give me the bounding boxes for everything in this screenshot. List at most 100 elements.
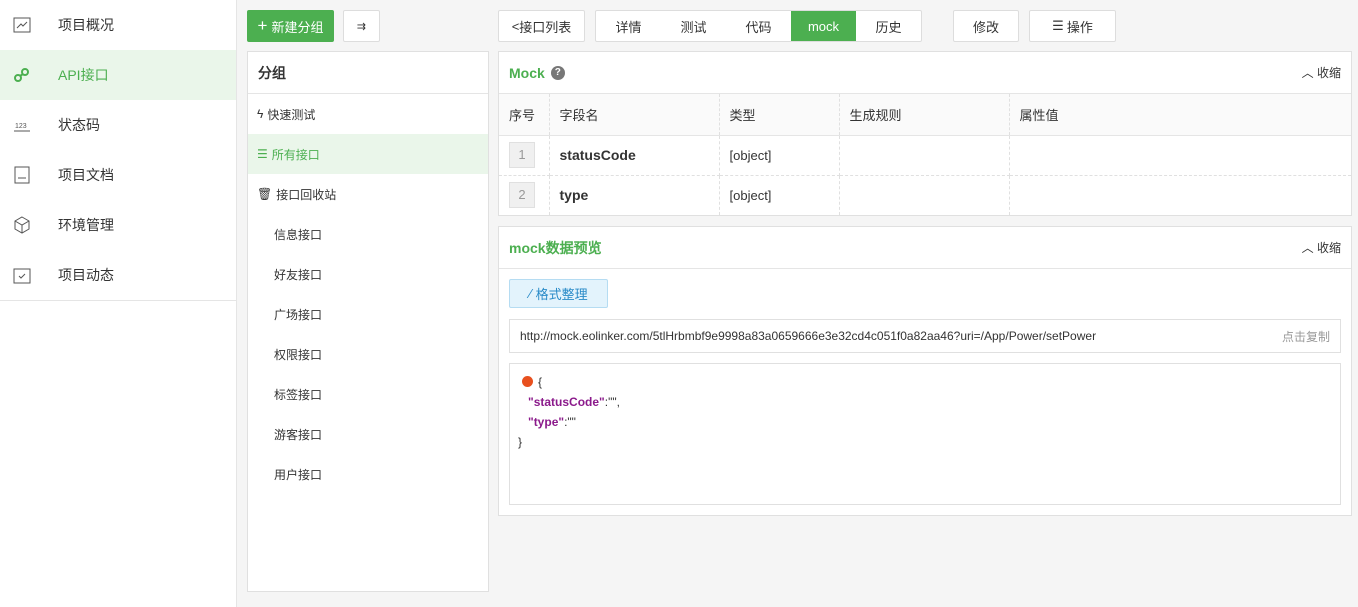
field-rule[interactable] xyxy=(839,135,1010,176)
document-icon xyxy=(12,165,32,185)
col-header: 类型 xyxy=(719,94,840,136)
new-group-label: 新建分组 xyxy=(271,19,324,35)
group-label: 快速测试 xyxy=(267,107,316,122)
group-recycle-bin[interactable]: 🗑 接口回收站 xyxy=(248,174,488,214)
mock-url: http://mock.eolinker.com/5tlHrbmbf9e9998… xyxy=(520,329,1097,343)
group-quick-test[interactable]: ϟ 快速测试 xyxy=(248,94,488,134)
json-editor[interactable]: { "statusCode":"", "type":"" } xyxy=(509,363,1341,505)
tab-test[interactable]: 测试 xyxy=(661,11,726,41)
col-header: 序号 xyxy=(499,94,550,136)
sidebar: 项目概况 API接口 123 状态码 项目文档 环境管理 项目动态 xyxy=(0,0,237,607)
chevron-up-icon: ︿ xyxy=(1301,66,1314,80)
col-header: 字段名 xyxy=(549,94,720,136)
field-type: [object] xyxy=(719,175,840,215)
sort-button[interactable]: ⇉ xyxy=(343,10,380,42)
code-line: } xyxy=(518,435,523,449)
nav-label: 环境管理 xyxy=(58,217,114,233)
nav-environment[interactable]: 环境管理 xyxy=(0,200,236,250)
magic-wand-icon: ⁄ xyxy=(529,286,532,301)
format-label: 格式整理 xyxy=(535,287,588,302)
collapse-label: 收缩 xyxy=(1316,66,1341,80)
operations-label: 操作 xyxy=(1066,19,1093,35)
field-name: type xyxy=(549,175,720,215)
format-button[interactable]: ⁄ 格式整理 xyxy=(509,279,608,308)
preview-title: mock数据预览 xyxy=(509,239,602,256)
operations-button[interactable]: ☰ 操作 xyxy=(1029,10,1116,42)
nav-label: API接口 xyxy=(58,67,109,83)
chevron-up-icon: ︿ xyxy=(1301,241,1314,255)
collapse-button[interactable]: ︿ 收缩 xyxy=(1302,64,1341,81)
nav-project-overview[interactable]: 项目概况 xyxy=(0,0,236,50)
nav-api[interactable]: API接口 xyxy=(0,50,236,100)
nav-label: 状态码 xyxy=(58,117,100,133)
field-rule[interactable] xyxy=(839,175,1010,215)
nav-label: 项目文档 xyxy=(58,167,114,183)
lightning-icon: ϟ xyxy=(257,107,264,121)
json-value: :"" xyxy=(564,415,576,429)
field-name: statusCode xyxy=(549,135,720,176)
help-icon[interactable]: ? xyxy=(550,65,565,80)
tab-bar: 详情 测试 代码 mock 历史 xyxy=(595,10,922,42)
collapse-label: 收缩 xyxy=(1316,241,1341,255)
menu-icon: ☰ xyxy=(1052,18,1064,33)
code-line: { xyxy=(538,375,543,389)
group-item[interactable]: 用户接口 xyxy=(248,454,488,494)
trash-icon: 🗑 xyxy=(257,187,273,201)
json-key: "statusCode" xyxy=(528,395,605,409)
list-icon: ☰ xyxy=(257,147,268,161)
row-index: 2 xyxy=(509,182,535,209)
collapse-button[interactable]: ︿ 收缩 xyxy=(1302,239,1341,256)
sort-icon: ⇉ xyxy=(356,20,367,33)
group-item[interactable]: 广场接口 xyxy=(248,294,488,334)
fold-icon[interactable] xyxy=(522,376,533,387)
table-row: 2 type [object] xyxy=(499,175,1351,215)
group-item[interactable]: 信息接口 xyxy=(248,214,488,254)
json-key: "type" xyxy=(528,415,565,429)
nav-label: 项目概况 xyxy=(58,17,114,33)
nav-label: 项目动态 xyxy=(58,267,114,283)
cube-icon xyxy=(12,215,32,235)
group-item[interactable]: 游客接口 xyxy=(248,414,488,454)
back-to-list-button[interactable]: < 接口列表 xyxy=(498,10,585,42)
mock-card: Mock? ︿ 收缩 序号 字段名 类型 生成规则 属性值 1 statusCode [obj… xyxy=(498,51,1352,216)
mock-table: 序号 字段名 类型 生成规则 属性值 1 statusCode [object] 2 type… xyxy=(499,94,1351,215)
chart-icon xyxy=(12,15,32,35)
plus-icon: + xyxy=(257,16,268,35)
123-icon: 123 xyxy=(12,115,32,135)
group-label: 所有接口 xyxy=(271,147,320,162)
field-value[interactable] xyxy=(1009,175,1351,215)
tab-history[interactable]: 历史 xyxy=(856,11,921,41)
new-group-button[interactable]: + 新建分组 xyxy=(247,10,334,42)
mock-url-field[interactable]: http://mock.eolinker.com/5tlHrbmbf9e9998… xyxy=(509,319,1341,353)
field-type: [object] xyxy=(719,135,840,176)
nav-status-code[interactable]: 123 状态码 xyxy=(0,100,236,150)
group-item[interactable]: 好友接口 xyxy=(248,254,488,294)
group-item[interactable]: 标签接口 xyxy=(248,374,488,414)
svg-text:123: 123 xyxy=(15,123,27,130)
col-header: 生成规则 xyxy=(839,94,1010,136)
chevron-left-icon: < xyxy=(511,18,520,34)
nav-project-docs[interactable]: 项目文档 xyxy=(0,150,236,200)
mock-title: Mock xyxy=(509,64,545,81)
json-value: :"", xyxy=(604,395,620,409)
calendar-icon xyxy=(12,265,32,285)
table-row: 1 statusCode [object] xyxy=(499,135,1351,176)
group-all-apis[interactable]: ☰ 所有接口 xyxy=(248,134,488,174)
mock-preview-card: mock数据预览 ︿ 收缩 ⁄ 格式整理 http://mock.eolinker.… xyxy=(498,226,1352,516)
divider xyxy=(0,300,236,301)
edit-button[interactable]: 修改 xyxy=(953,10,1019,42)
tab-code[interactable]: 代码 xyxy=(726,11,791,41)
tab-mock[interactable]: mock xyxy=(791,11,856,41)
group-panel: 分组 ϟ 快速测试 ☰ 所有接口 🗑 接口回收站 信息接口 好友接口 广场接口 权限接… xyxy=(247,51,489,592)
back-label: 接口列表 xyxy=(519,19,572,35)
copy-button[interactable]: 点击复制 xyxy=(1282,328,1330,345)
nav-project-activity[interactable]: 项目动态 xyxy=(0,250,236,300)
group-title: 分组 xyxy=(248,52,488,94)
link-icon xyxy=(12,65,32,85)
col-header: 属性值 xyxy=(1009,94,1351,136)
group-label: 接口回收站 xyxy=(276,187,337,202)
group-item[interactable]: 权限接口 xyxy=(248,334,488,374)
field-value[interactable] xyxy=(1009,135,1351,176)
tab-details[interactable]: 详情 xyxy=(596,11,661,41)
row-index: 1 xyxy=(509,142,535,168)
